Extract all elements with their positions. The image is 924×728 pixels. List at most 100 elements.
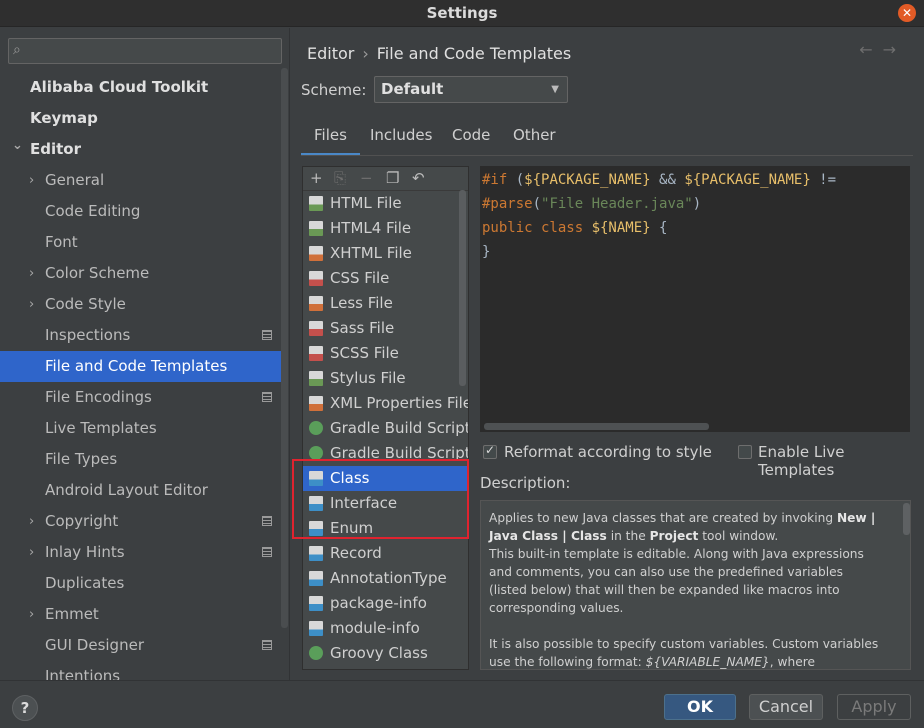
- template-list-item[interactable]: module-info: [303, 616, 467, 641]
- template-list-item[interactable]: XHTML File: [303, 241, 467, 266]
- description-text: Applies to new Java classes that are cre…: [480, 500, 911, 670]
- sidebar-item[interactable]: Code Editing: [0, 196, 282, 227]
- template-list-item[interactable]: Record: [303, 541, 467, 566]
- highlight-annotation: [292, 459, 469, 539]
- chevron-right-icon[interactable]: ›: [29, 258, 41, 289]
- cancel-button[interactable]: Cancel: [749, 694, 823, 720]
- sidebar-item-label: File Encodings: [45, 388, 152, 406]
- sidebar-item-label: File and Code Templates: [45, 357, 228, 375]
- chevron-down-icon[interactable]: ⌄: [12, 130, 24, 161]
- help-button[interactable]: ?: [12, 695, 38, 721]
- add-icon[interactable]: +: [310, 169, 323, 187]
- template-list-item[interactable]: Gradle Build Script: [303, 416, 468, 441]
- template-list-item[interactable]: HTML4 File: [303, 216, 467, 241]
- template-list-item[interactable]: SCSS File: [303, 341, 467, 366]
- code-token: !=: [810, 172, 845, 188]
- sidebar-item[interactable]: › Color Scheme: [0, 258, 282, 289]
- sidebar-item[interactable]: Inspections: [0, 320, 282, 351]
- reformat-checkbox[interactable]: [483, 443, 497, 459]
- template-name: AnnotationType: [330, 569, 447, 587]
- scheme-dropdown[interactable]: Default ▼: [374, 76, 568, 103]
- template-code-editor[interactable]: #if (${PACKAGE_NAME} && ${PACKAGE_NAME} …: [480, 166, 910, 432]
- template-name: Record: [330, 544, 382, 562]
- editor-horizontal-scrollbar[interactable]: [484, 423, 709, 430]
- sidebar-item-label: Duplicates: [45, 574, 125, 592]
- sidebar-item[interactable]: ⌄ Editor: [0, 134, 282, 165]
- code-token: ${NAME}: [591, 220, 651, 236]
- template-list-item[interactable]: Groovy Class: [303, 641, 467, 666]
- live-templates-label[interactable]: Enable Live Templates: [758, 443, 924, 479]
- sidebar-item[interactable]: › General: [0, 165, 282, 196]
- java-file-icon: [309, 596, 323, 611]
- template-list-item[interactable]: AnnotationType: [303, 566, 467, 591]
- java-file-icon: [309, 546, 323, 561]
- template-list-item[interactable]: HTML File: [303, 191, 467, 216]
- ok-button[interactable]: OK: [664, 694, 736, 720]
- template-name: XHTML File: [330, 244, 412, 262]
- sidebar-item[interactable]: File and Code Templates: [0, 351, 282, 382]
- sidebar-item[interactable]: › Copyright: [0, 506, 282, 537]
- sidebar-item[interactable]: File Encodings: [0, 382, 282, 413]
- tab-other[interactable]: Other: [513, 122, 556, 156]
- sidebar-item[interactable]: Keymap: [0, 103, 282, 134]
- java-file-icon: [309, 571, 323, 586]
- back-arrow-icon[interactable]: ←: [859, 40, 882, 59]
- chevron-right-icon[interactable]: ›: [29, 506, 41, 537]
- xhtml-file-icon: [309, 246, 323, 261]
- sidebar-item[interactable]: Duplicates: [0, 568, 282, 599]
- sidebar-item[interactable]: File Types: [0, 444, 282, 475]
- gradle-icon: [309, 446, 323, 460]
- sidebar-item[interactable]: › Emmet: [0, 599, 282, 630]
- copy-template-icon: ⎘: [334, 169, 347, 187]
- reset-icon[interactable]: ↶: [412, 169, 425, 187]
- scheme-value: Default: [381, 80, 444, 98]
- template-list-item[interactable]: package-info: [303, 591, 467, 616]
- sidebar-item[interactable]: Alibaba Cloud Toolkit: [0, 72, 282, 103]
- sidebar-item-label: Inlay Hints: [45, 543, 125, 561]
- xml-file-icon: [309, 396, 323, 411]
- sidebar-item[interactable]: › Code Style: [0, 289, 282, 320]
- template-list-item[interactable]: Less File: [303, 291, 467, 316]
- close-icon[interactable]: ✕: [898, 4, 916, 22]
- live-templates-checkbox[interactable]: [738, 445, 752, 459]
- template-name: HTML4 File: [330, 219, 412, 237]
- template-list-item[interactable]: CSS File: [303, 266, 467, 291]
- template-list-item[interactable]: XML Properties File: [303, 391, 469, 416]
- chevron-right-icon[interactable]: ›: [29, 537, 41, 568]
- template-name: XML Properties File: [330, 394, 469, 412]
- sidebar-scrollbar[interactable]: [281, 68, 288, 628]
- list-toolbar: + ⎘ − ❐ ↶: [303, 167, 468, 191]
- template-list-item[interactable]: Stylus File: [303, 366, 467, 391]
- less-file-icon: [309, 296, 323, 311]
- tab-files[interactable]: Files: [301, 122, 360, 156]
- stylus-file-icon: [309, 371, 323, 386]
- chevron-right-icon[interactable]: ›: [29, 165, 41, 196]
- chevron-right-icon[interactable]: ›: [29, 289, 41, 320]
- breadcrumb: Editor › File and Code Templates: [307, 44, 571, 63]
- reformat-label[interactable]: Reformat according to style: [504, 443, 712, 461]
- sidebar-item[interactable]: Android Layout Editor: [0, 475, 282, 506]
- sidebar-item[interactable]: Intentions: [0, 661, 282, 680]
- sidebar-item[interactable]: GUI Designer: [0, 630, 282, 661]
- tab-code[interactable]: Code: [452, 122, 490, 156]
- code-line: public class ${NAME} {: [482, 216, 667, 240]
- remove-icon: −: [360, 169, 373, 187]
- sidebar-item-label: Alibaba Cloud Toolkit: [30, 78, 209, 96]
- tab-includes[interactable]: Includes: [370, 122, 432, 156]
- sidebar-item[interactable]: › Inlay Hints: [0, 537, 282, 568]
- template-name: package-info: [330, 594, 427, 612]
- chevron-right-icon[interactable]: ›: [29, 599, 41, 630]
- sidebar-item-label: Code Editing: [45, 202, 141, 220]
- forward-arrow-icon[interactable]: →: [883, 40, 906, 59]
- template-list-item[interactable]: Sass File: [303, 316, 467, 341]
- breadcrumb-parent[interactable]: Editor: [307, 44, 354, 63]
- duplicate-icon[interactable]: ❐: [386, 169, 399, 187]
- template-list-scrollbar[interactable]: [459, 190, 466, 386]
- window-titlebar: Settings ✕: [0, 0, 924, 27]
- sidebar-item[interactable]: Live Templates: [0, 413, 282, 444]
- sidebar-item[interactable]: Font: [0, 227, 282, 258]
- description-scrollbar[interactable]: [903, 503, 910, 535]
- code-token: #parse: [482, 196, 533, 212]
- description-label: Description:: [480, 474, 571, 492]
- search-input[interactable]: ⌕: [8, 38, 282, 64]
